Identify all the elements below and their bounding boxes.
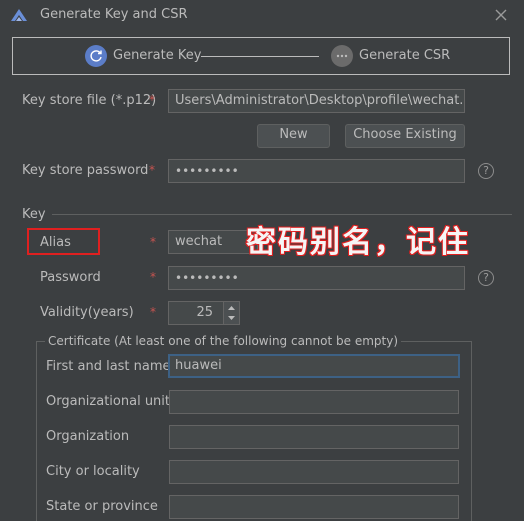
required-mark: * xyxy=(150,305,156,319)
step-generate-csr-label: Generate CSR xyxy=(359,48,451,63)
new-keystore-button[interactable]: New xyxy=(257,124,330,148)
keystore-password-label: Key store password xyxy=(22,163,149,178)
window-title: Generate Key and CSR xyxy=(40,7,188,22)
certificate-group-title: Certificate (At least one of the followi… xyxy=(45,334,401,348)
state-field[interactable] xyxy=(169,495,459,519)
first-last-name-label: First and last name xyxy=(46,359,171,374)
organization-field[interactable] xyxy=(169,425,459,449)
required-mark: * xyxy=(149,163,155,177)
alias-highlight-box xyxy=(27,228,100,255)
city-label: City or locality xyxy=(46,464,140,479)
org-unit-label: Organizational unit xyxy=(46,394,171,409)
required-mark: * xyxy=(150,270,156,284)
keystore-file-label: Key store file (*.p12) xyxy=(22,93,157,108)
validity-field[interactable]: 25 xyxy=(168,301,224,325)
step-generate-key-label: Generate Key xyxy=(113,48,202,63)
key-password-label: Password xyxy=(40,270,101,285)
step-generate-csr-indicator xyxy=(331,45,353,67)
validity-spinner[interactable] xyxy=(224,301,240,325)
choose-existing-button[interactable]: Choose Existing xyxy=(345,124,465,148)
title-bar: Generate Key and CSR xyxy=(0,0,524,30)
required-mark: * xyxy=(150,235,156,249)
step-connector xyxy=(201,56,319,57)
chevron-down-icon[interactable] xyxy=(224,313,239,324)
required-mark: * xyxy=(149,93,155,107)
ellipsis-icon xyxy=(336,54,348,58)
help-icon[interactable]: ? xyxy=(478,270,494,286)
keystore-password-field[interactable]: ••••••••• xyxy=(168,159,465,183)
keystore-file-field[interactable]: Users\Administrator\Desktop\profile\wech… xyxy=(168,89,465,113)
alias-field[interactable]: wechat xyxy=(168,230,258,254)
help-icon[interactable]: ? xyxy=(478,163,494,179)
organization-label: Organization xyxy=(46,429,130,444)
harmony-app-icon xyxy=(11,9,27,21)
state-label: State or province xyxy=(46,499,158,514)
validity-label: Validity(years) xyxy=(40,305,134,320)
key-password-field[interactable]: ••••••••• xyxy=(168,266,465,290)
key-section-label: Key xyxy=(22,207,46,222)
city-field[interactable] xyxy=(169,460,459,484)
first-last-name-field[interactable]: huawei xyxy=(168,354,460,378)
refresh-icon xyxy=(90,50,102,62)
org-unit-field[interactable] xyxy=(169,390,459,414)
key-section-divider xyxy=(52,214,512,215)
wizard-stepper: Generate Key Generate CSR xyxy=(12,37,510,75)
step-generate-key-indicator xyxy=(85,45,107,67)
chevron-up-icon[interactable] xyxy=(224,302,239,313)
close-icon[interactable] xyxy=(490,4,512,26)
annotation-text: 密码别名，记住 xyxy=(245,224,470,260)
